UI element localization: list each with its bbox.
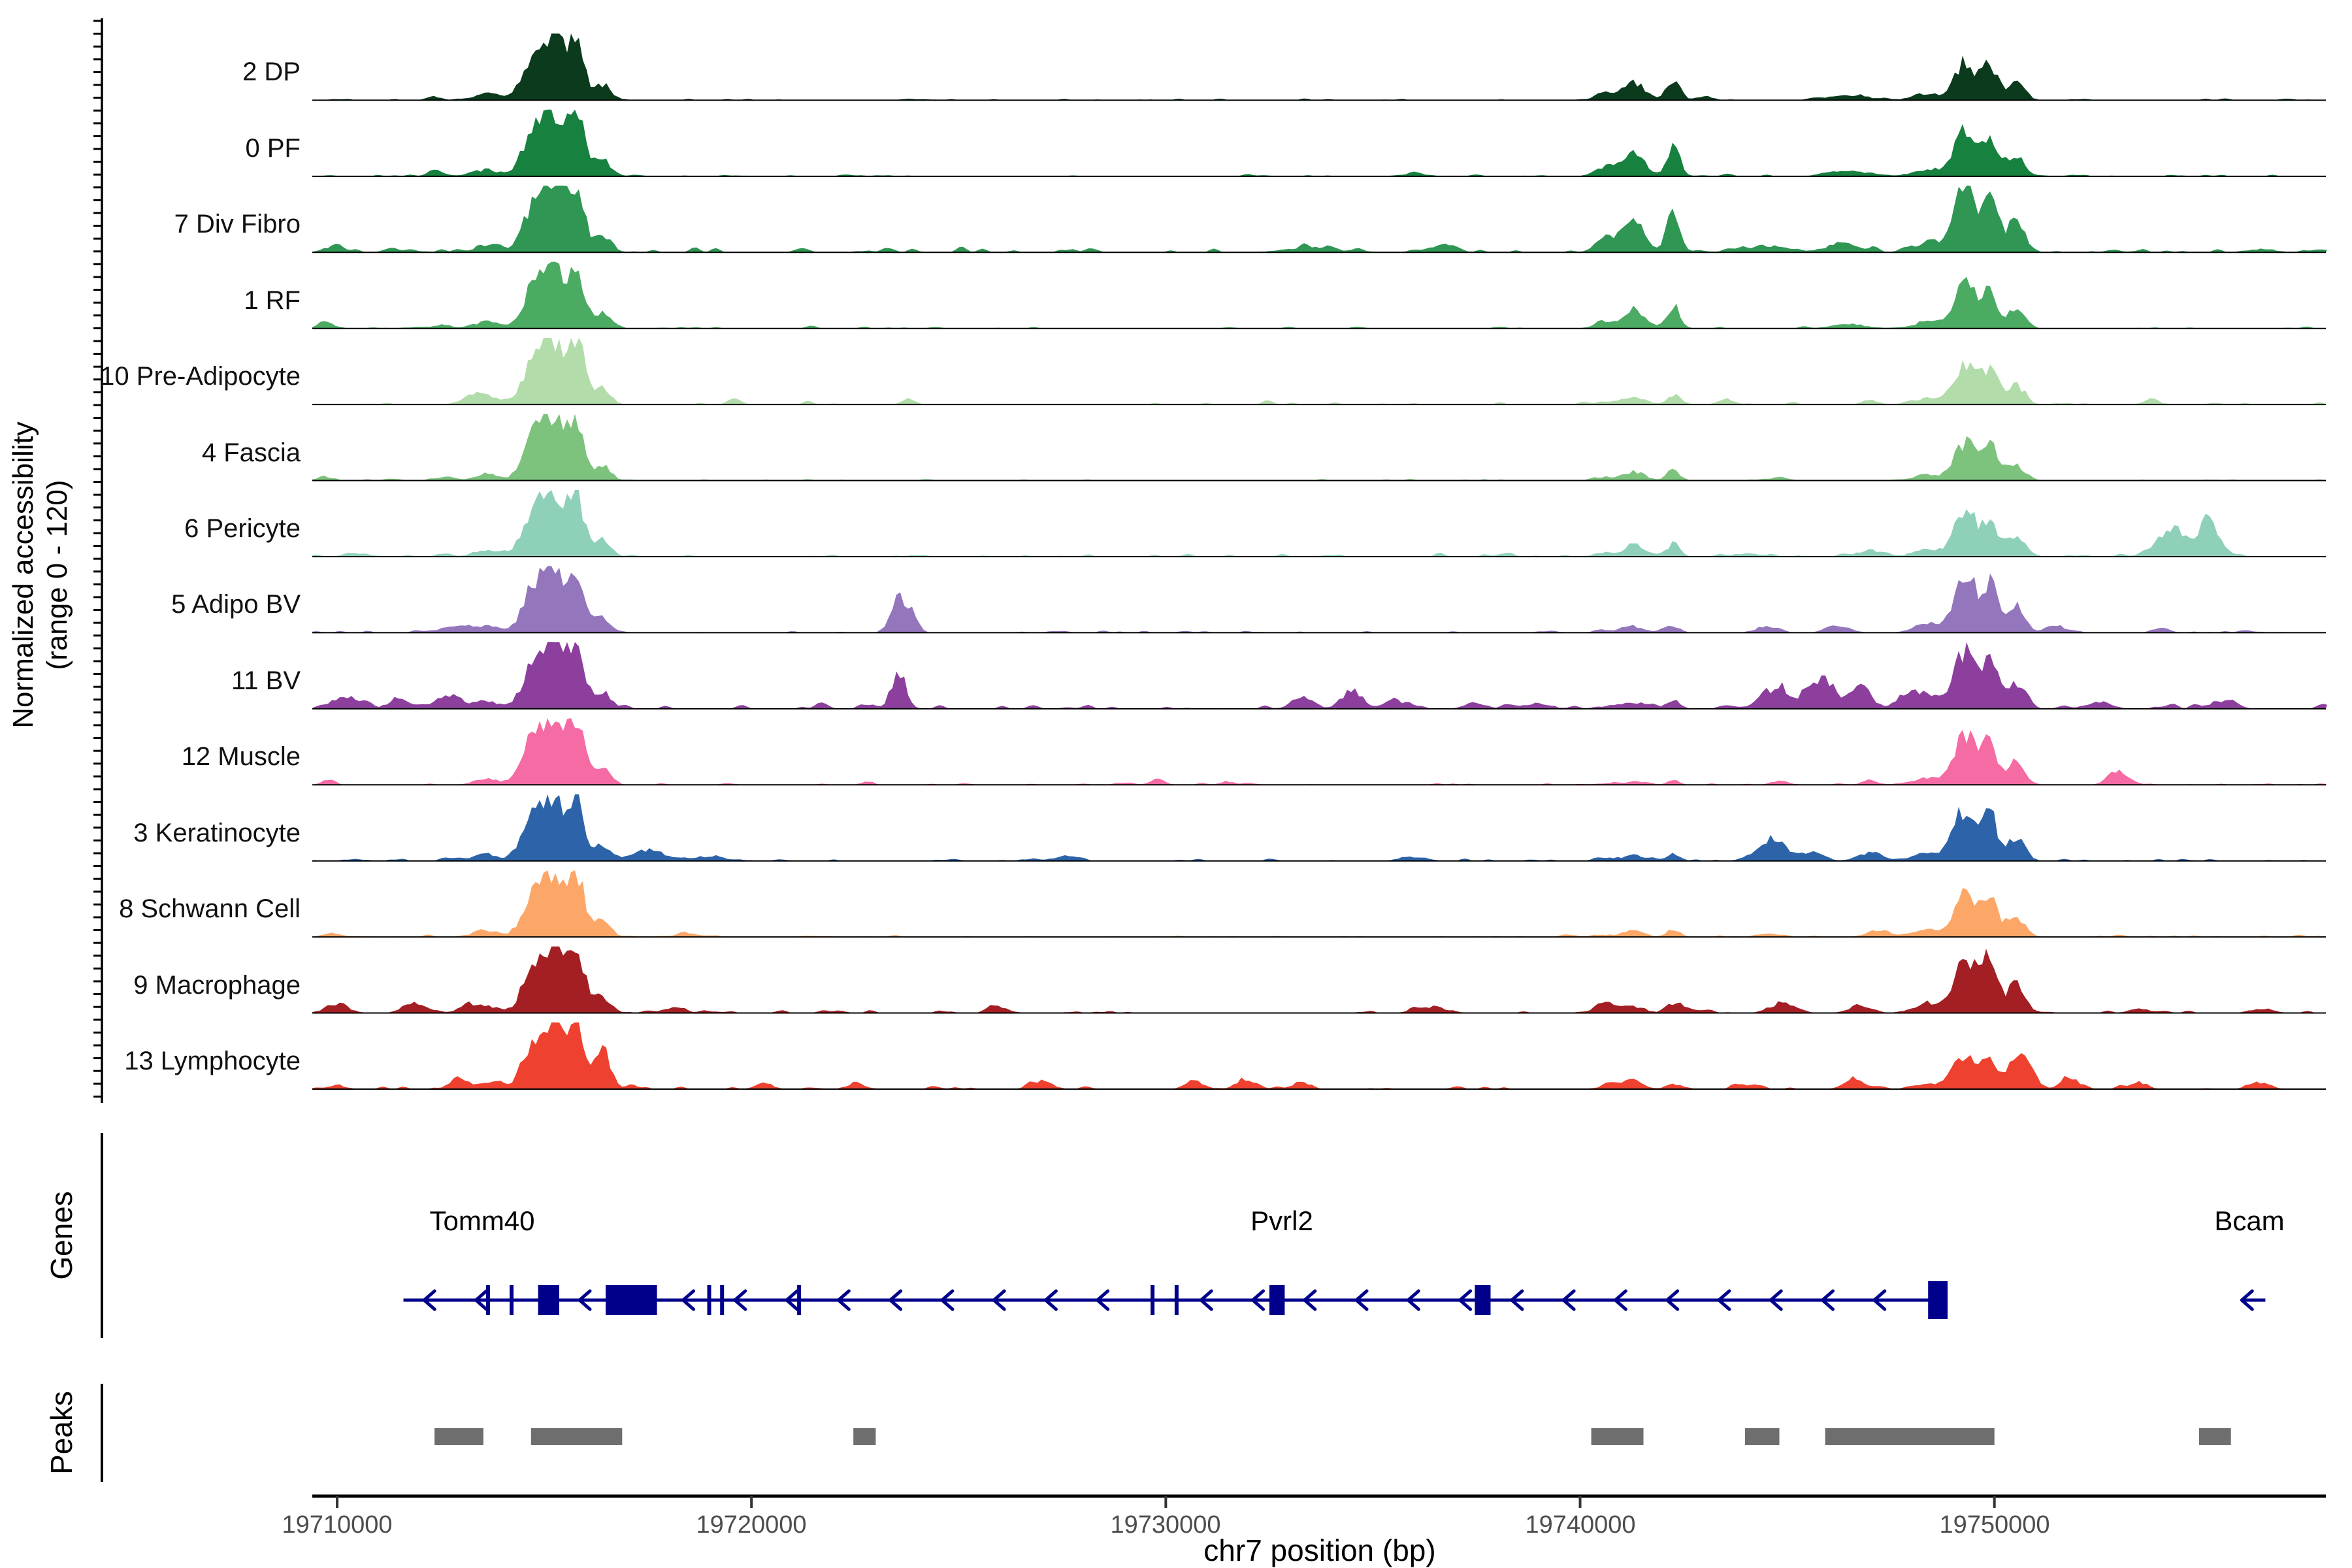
track-signal-3-keratinocyte — [312, 794, 2327, 861]
gene-name-tomm40: Tomm40 — [351, 1206, 613, 1236]
gene-exon — [1928, 1281, 1948, 1319]
peak-region-4 — [1592, 1428, 1644, 1445]
track-signal-6-pericyte — [312, 490, 2327, 557]
track-label-3-keratinocyte: 3 Keratinocyte — [85, 817, 301, 849]
gene-exon-tick — [720, 1285, 724, 1315]
track-signal-0-pf — [312, 110, 2327, 176]
gene-exon-tick — [1175, 1285, 1179, 1315]
x-tick-label-19710000: 19710000 — [239, 1511, 435, 1539]
y-axis-title-line1: Normalized accessibility — [7, 421, 41, 728]
gene-name-bcam: Bcam — [2119, 1206, 2352, 1236]
peak-region-5 — [1745, 1428, 1780, 1445]
peak-region-2 — [531, 1428, 623, 1445]
track-signal-1-rf — [312, 262, 2327, 329]
track-label-6-pericyte: 6 Pericyte — [85, 513, 301, 544]
gene-exon-tick — [486, 1285, 490, 1315]
gene-exon-tick — [708, 1285, 711, 1315]
track-label-5-adipo-bv: 5 Adipo BV — [85, 589, 301, 620]
coverage-figure: Normalized accessibility (range 0 - 120)… — [0, 0, 2352, 1568]
gene-exon — [538, 1285, 559, 1315]
genes-section-label: Genes — [44, 1191, 79, 1280]
track-signal-13-lymphocyte — [312, 1022, 2327, 1089]
gene-exon — [1475, 1285, 1490, 1315]
track-signal-4-fascia — [312, 414, 2327, 481]
track-signal-7-div-fibro — [312, 186, 2327, 252]
track-label-11-bv: 11 BV — [85, 665, 301, 696]
gene-exon-tick — [797, 1285, 801, 1315]
track-label-1-rf: 1 RF — [85, 285, 301, 316]
peak-region-1 — [434, 1428, 483, 1445]
track-label-4-fascia: 4 Fascia — [85, 437, 301, 468]
y-axis-title: Normalized accessibility (range 0 - 120) — [7, 421, 74, 728]
track-signal-5-adipo-bv — [312, 566, 2327, 632]
x-tick-label-19730000: 19730000 — [1068, 1511, 1264, 1539]
track-signal-11-bv — [312, 642, 2327, 709]
track-label-8-schwann-cell: 8 Schwann Cell — [85, 893, 301, 924]
track-signal-2-dp — [312, 33, 2327, 100]
x-tick-label-19720000: 19720000 — [653, 1511, 849, 1539]
peak-region-6 — [1825, 1428, 1995, 1445]
track-label-10-pre-adipocyte: 10 Pre-Adipocyte — [85, 361, 301, 392]
gene-exon-tick — [1151, 1285, 1154, 1315]
gene-name-pvrl2: Pvrl2 — [1151, 1206, 1413, 1236]
track-signal-12-muscle — [312, 718, 2327, 785]
figure-canvas — [0, 0, 2352, 1568]
peak-region-3 — [853, 1428, 875, 1445]
peaks-section-label: Peaks — [44, 1391, 79, 1475]
track-label-13-lymphocyte: 13 Lymphocyte — [85, 1045, 301, 1077]
track-label-9-macrophage: 9 Macrophage — [85, 970, 301, 1001]
gene-exon — [606, 1285, 657, 1315]
track-signal-10-pre-adipocyte — [312, 338, 2327, 404]
x-tick-label-19740000: 19740000 — [1482, 1511, 1678, 1539]
track-label-0-pf: 0 PF — [85, 133, 301, 164]
track-signal-9-macrophage — [312, 947, 2327, 1013]
track-label-12-muscle: 12 Muscle — [85, 741, 301, 772]
gene-exon-tick — [510, 1285, 514, 1315]
track-signal-8-schwann-cell — [312, 870, 2327, 937]
peak-region-7 — [2199, 1428, 2231, 1445]
x-tick-label-19750000: 19750000 — [1897, 1511, 2093, 1539]
gene-exon — [1269, 1285, 1285, 1315]
y-axis-title-line2: (range 0 - 120) — [41, 421, 74, 728]
track-label-2-dp: 2 DP — [85, 56, 301, 88]
track-label-7-div-fibro: 7 Div Fibro — [85, 208, 301, 240]
